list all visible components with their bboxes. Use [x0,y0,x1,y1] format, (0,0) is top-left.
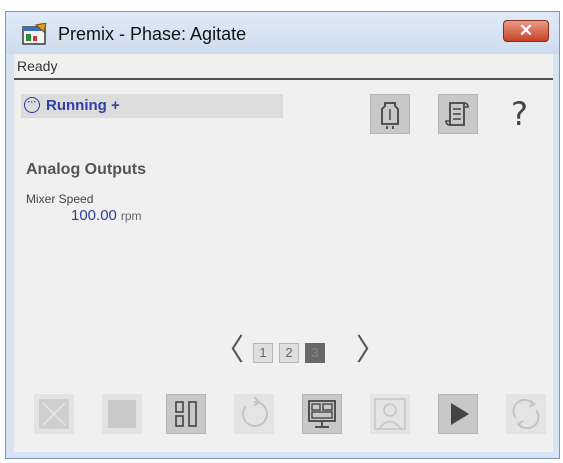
stop-icon [108,400,136,428]
restart-icon [241,396,268,427]
person-icon [374,398,406,430]
procedure-button[interactable] [438,94,478,134]
vessel-button[interactable] [370,94,410,134]
mixer-speed-value: 100.00 [71,207,117,224]
vessel-icon [381,102,399,129]
monitor-icon [308,400,336,428]
status-text: Ready [17,58,58,74]
window-title: Premix - Phase: Agitate [58,24,247,44]
play-icon [451,403,469,425]
hold-icon [175,401,197,427]
close-button[interactable]: ✕ [503,20,549,42]
phase-state[interactable]: ··· Running + [21,94,283,118]
next-page-button[interactable]: 〉 [356,334,386,368]
page-2-button[interactable]: 2 [279,343,299,363]
mixer-speed-label: Mixer Speed [26,192,94,206]
reset-button[interactable] [506,394,546,434]
reset-icon [512,399,540,429]
phase-state-label: Running + [46,97,120,114]
faceplate-app-icon [22,23,47,45]
faceplate-window: Premix - Phase: Agitate ✕ Ready ··· Runn… [5,11,560,459]
operator-display-button[interactable] [302,394,342,434]
abort-icon [39,399,69,429]
start-button[interactable] [438,394,478,434]
mixer-speed-unit: rpm [120,209,142,223]
faceplate-content: Ready ··· Running + ? Analog Outputs Mix… [14,54,553,452]
more-circle-icon: ··· [24,97,40,113]
hold-button[interactable] [166,394,206,434]
restart-button[interactable] [234,394,274,434]
abort-button[interactable] [34,394,74,434]
analog-outputs-title: Analog Outputs [26,161,146,178]
operator-button[interactable] [370,394,410,434]
stop-button[interactable] [102,394,142,434]
page-3-button[interactable]: 3 [305,343,325,363]
mixer-speed-readout: 100.00 rpm [71,207,142,224]
page-1-button[interactable]: 1 [253,343,273,363]
scroll-icon [445,102,469,126]
status-bar: Ready [14,54,553,80]
title-bar: Premix - Phase: Agitate ✕ [6,12,559,54]
previous-page-button[interactable]: 〈 [214,334,244,368]
help-button[interactable]: ? [511,94,528,134]
